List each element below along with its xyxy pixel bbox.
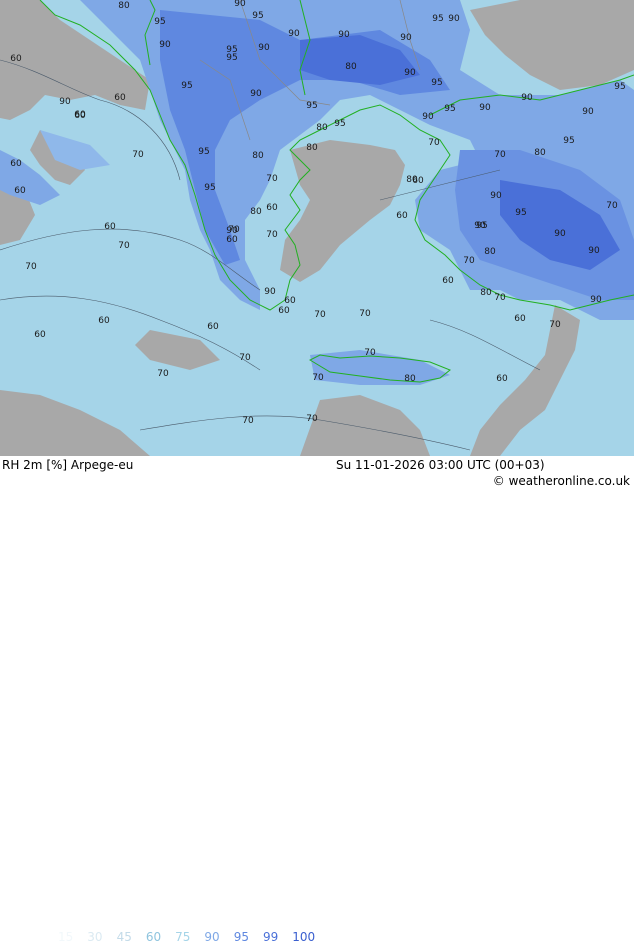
contour-label: 70 [306,414,318,424]
contour-label: 95 [444,104,455,114]
map-title: RH 2m [%] Arpege-eu [2,458,134,472]
contour-label: 90 [590,295,602,305]
contour-label: 70 [242,416,254,426]
contour-label: 70 [549,320,561,330]
contour-label: 60 [266,203,278,213]
contour-label: 80 [480,288,492,298]
legend-item: 75 [175,930,191,944]
contour-label: 60 [10,159,22,169]
contour-label: 70 [606,201,618,211]
contour-label: 60 [496,374,508,384]
contour-label: 95 [198,147,209,157]
contour-label: 90 [264,287,276,297]
contour-label: 60 [10,54,22,64]
legend-item: 90 [204,930,220,944]
contour-label: 80 [404,374,416,384]
contour-label: 90 [474,221,486,231]
color-legend: 15 30 45 60 75 90 95 99 100 [58,930,329,944]
contour-label: 80 [118,1,130,11]
contour-label: 95 [515,208,526,218]
contour-label: 90 [250,89,262,99]
contour-label: 70 [312,373,324,383]
contour-label: 95 [432,14,443,24]
contour-label: 95 [204,183,215,193]
contour-label: 60 [514,314,526,324]
contour-label: 90 [582,107,594,117]
contour-label: 60 [207,322,219,332]
contour-label: 90 [288,29,300,39]
contour-label: 70 [494,150,506,160]
contour-label: 80 [316,123,328,133]
contour-label: 70 [157,369,169,379]
contour-label: 90 [404,68,416,78]
copyright: © weatheronline.co.uk [492,474,630,488]
contour-label: 90 [448,14,460,24]
contour-label: 60 [98,316,110,326]
contour-label: 95 [614,82,625,92]
contour-label: 60 [278,306,290,316]
legend-item: 100 [292,930,316,944]
legend-item: 45 [116,930,132,944]
contour-label: 60 [284,296,296,306]
contour-label: 90 [521,93,533,103]
contour-label: 70 [266,174,278,184]
contour-label: 70 [118,241,130,251]
footer: RH 2m [%] Arpege-eu Su 11-01-2026 03:00 … [0,456,634,944]
contour-label: 90 [490,191,502,201]
contour-label: 70 [364,348,376,358]
contour-label: 60 [114,93,126,103]
contour-label: 95 [306,101,317,111]
legend-item: 15 [58,930,74,944]
contour-label: 90 [234,0,246,9]
legend-item: 99 [262,930,279,944]
contour-label: 90 [59,97,71,107]
contour-label: 95 [252,11,263,21]
contour-label: 95 [334,119,345,129]
legend-item: 95 [233,930,249,944]
contour-label: 90 [422,112,434,122]
contour-label: 95 [431,78,442,88]
contour-label: 70 [463,256,475,266]
contour-label: 90 [588,246,600,256]
contour-label: 80 [406,175,418,185]
contour-label: 90 [338,30,350,40]
contour-label: 90 [258,43,270,53]
contour-label: 80 [252,151,264,161]
contour-label: 80 [484,247,496,257]
contour-label: 80 [534,148,546,158]
contour-label: 70 [25,262,37,272]
contour-label: 70 [228,225,240,235]
forecast-datetime: Su 11-01-2026 03:00 UTC (00+03) [336,458,545,472]
contour-label: 80 [306,143,318,153]
legend-item: 30 [87,930,103,944]
contour-label: 70 [494,293,506,303]
contour-label: 80 [250,207,262,217]
contour-label: 60 [442,276,454,286]
legend-item: 60 [145,930,162,944]
contour-label: 90 [554,229,566,239]
contour-label: 95 [563,136,574,146]
contour-label: 70 [359,309,371,319]
contour-label: 90 [479,103,491,113]
weather-map: 80 95 90 95 90 95 95 90 90 60 90 95 90 90 80 90 95 95 90 95… [0,0,634,456]
contour-label: 70 [239,353,251,363]
contour-label: 95 [154,17,165,27]
contour-label: 70 [266,230,278,240]
contour-label: 60 [74,111,86,121]
contour-label: 95 [226,53,237,63]
contour-label: 60 [396,211,408,221]
contour-label: 70 [132,150,144,160]
contour-label: 90 [400,33,412,43]
contour-label: 60 [226,235,238,245]
map-canvas: 8095909590 95959090609095 9090809095 959095… [0,0,634,456]
contour-label: 60 [34,330,46,340]
contour-label: 70 [428,138,440,148]
contour-label: 60 [14,186,26,196]
contour-label: 90 [159,40,171,50]
contour-label: 60 [104,222,116,232]
contour-label: 95 [181,81,192,91]
contour-label: 70 [314,310,326,320]
contour-label: 80 [345,62,357,72]
